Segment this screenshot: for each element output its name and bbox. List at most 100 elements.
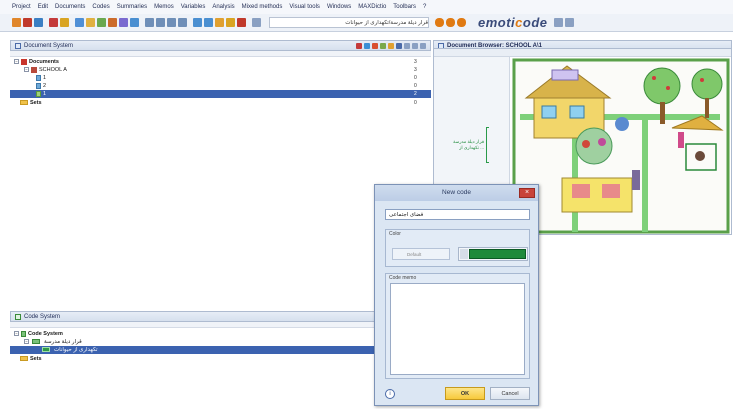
close-project-icon[interactable] <box>23 18 32 27</box>
code-memo-textarea[interactable] <box>390 283 525 375</box>
window-4-icon[interactable] <box>226 18 235 27</box>
menu-windows[interactable]: Windows <box>327 4 351 10</box>
tree-item-label: تکهداری از حیوانات <box>54 346 98 353</box>
default-color-label: Default <box>407 252 422 257</box>
document-system-title: Document System <box>24 42 74 49</box>
tree-item-label: 1 <box>43 74 47 81</box>
layout-3-icon[interactable] <box>167 18 176 27</box>
ds-pin-icon[interactable] <box>412 42 418 49</box>
tree-item-count: 3 <box>414 67 417 73</box>
tree-item-count: 0 <box>414 75 417 81</box>
search-icon[interactable] <box>86 18 95 27</box>
window-3-icon[interactable] <box>215 18 224 27</box>
tree-item-label: Sets <box>30 99 42 106</box>
open-project-icon[interactable] <box>12 18 21 27</box>
lexical-search-icon[interactable] <box>97 18 106 27</box>
margin-code-label: قرار دیلة مدرسة تکهداری از ... <box>453 139 484 150</box>
menu-maxdictio[interactable]: MAXDictio <box>358 4 386 10</box>
color-swatch[interactable] <box>469 249 526 259</box>
ds-close-icon[interactable] <box>420 42 426 49</box>
info-icon[interactable]: i <box>385 389 395 399</box>
layout-4-icon[interactable] <box>178 18 187 27</box>
emoticode-pin-icon[interactable] <box>564 18 574 27</box>
image-document-icon <box>36 90 41 97</box>
matrix-icon[interactable] <box>119 18 128 27</box>
tree-item-label: Code System <box>28 330 63 337</box>
pencil-icon[interactable] <box>60 18 69 27</box>
documents-root-icon <box>21 58 27 65</box>
ok-button[interactable]: OK <box>445 387 485 400</box>
menu-edit[interactable]: Edit <box>38 4 48 10</box>
menu-analysis[interactable]: Analysis <box>212 4 234 10</box>
tree-item-code-sets[interactable]: Sets <box>20 355 42 362</box>
tree-item-label: 2 <box>43 82 47 89</box>
tree-item-documents[interactable]: − Documents <box>14 58 59 65</box>
color-picker[interactable] <box>458 247 528 261</box>
menu-help[interactable]: ? <box>423 4 426 10</box>
tree-item-code-system[interactable]: − Code System <box>14 330 63 337</box>
code-tree-icon[interactable] <box>108 18 117 27</box>
menu-project[interactable]: Project <box>12 4 31 10</box>
expand-toggle[interactable]: − <box>14 59 19 64</box>
menu-variables[interactable]: Variables <box>181 4 206 10</box>
ds-delete-icon[interactable] <box>356 42 362 49</box>
tree-item-label: Documents <box>29 58 59 65</box>
ds-options-icon[interactable] <box>404 42 410 49</box>
menu-documents[interactable]: Documents <box>55 4 85 10</box>
emoticode-3-icon[interactable] <box>457 18 466 27</box>
image-document-icon <box>36 82 41 89</box>
selected-row-highlight <box>10 90 431 98</box>
sets-folder-icon <box>20 100 28 105</box>
dialog-close-button[interactable]: × <box>519 188 535 198</box>
code-system-icon <box>15 313 21 320</box>
menu-memos[interactable]: Memos <box>154 4 174 10</box>
window-1-icon[interactable] <box>193 18 202 27</box>
emoticode-1-icon[interactable] <box>435 18 444 27</box>
cancel-button[interactable]: Cancel <box>490 387 530 400</box>
default-color-button[interactable]: Default <box>392 248 450 260</box>
ds-activate-icon[interactable] <box>380 42 386 49</box>
menu-toolbars[interactable]: Toolbars <box>393 4 416 10</box>
document-list-icon[interactable] <box>252 18 261 27</box>
tree-item-sets[interactable]: Sets <box>20 99 42 106</box>
window-2-icon[interactable] <box>204 18 213 27</box>
emoticode-settings-icon[interactable] <box>553 18 563 27</box>
ds-search-icon[interactable] <box>396 42 402 49</box>
tree-item-school-a[interactable]: − SCHOOL A <box>24 66 67 73</box>
code-memo-group: Code memo <box>385 273 530 379</box>
expand-toggle[interactable]: − <box>24 67 29 72</box>
code-memo-label: Code memo <box>389 275 417 281</box>
ds-memo-icon[interactable] <box>388 42 394 49</box>
table-icon[interactable] <box>130 18 139 27</box>
image-document-icon <box>36 74 41 81</box>
tree-item-doc-2[interactable]: 2 <box>36 82 46 89</box>
code-system-header: Code System <box>10 311 431 322</box>
delete-icon[interactable] <box>49 18 58 27</box>
menu-codes[interactable]: Codes <box>92 4 109 10</box>
ds-pdf-icon[interactable] <box>372 42 378 49</box>
color-group: Color Default <box>385 229 530 267</box>
window-5-icon[interactable] <box>237 18 246 27</box>
save-icon[interactable] <box>34 18 43 27</box>
emoticode-2-icon[interactable] <box>446 18 455 27</box>
menu-visual-tools[interactable]: Visual tools <box>289 4 320 10</box>
expand-toggle[interactable]: − <box>14 331 19 336</box>
expand-toggle[interactable]: − <box>24 339 29 344</box>
layout-2-icon[interactable] <box>156 18 165 27</box>
tree-item-doc-1-selected[interactable]: 1 <box>36 90 46 97</box>
menu-summaries[interactable]: Summaries <box>117 4 147 10</box>
tree-item-code-child[interactable]: تکهداری از حیوانات <box>54 346 98 353</box>
color-group-label: Color <box>389 231 401 237</box>
ds-import-icon[interactable] <box>364 42 370 49</box>
document-select[interactable]: قرار دیلة مدرسة/تکهداری از حیوانات <box>269 17 429 28</box>
layout-1-icon[interactable] <box>145 18 154 27</box>
tree-item-doc-1[interactable]: 1 <box>36 74 46 81</box>
menu-mixed-methods[interactable]: Mixed methods <box>242 4 283 10</box>
tree-item-label: قرار دیلة مدرسة <box>44 338 82 345</box>
menu-bar: Project Edit Documents Codes Summaries M… <box>0 0 733 14</box>
code-name-input[interactable]: فضای اجتماعی <box>385 209 530 220</box>
new-code-dialog: New code × فضای اجتماعی Color Default Co… <box>374 184 539 406</box>
code-system-title: Code System <box>24 313 61 320</box>
import-icon[interactable] <box>75 18 84 27</box>
color-dropdown-icon[interactable] <box>460 249 468 259</box>
